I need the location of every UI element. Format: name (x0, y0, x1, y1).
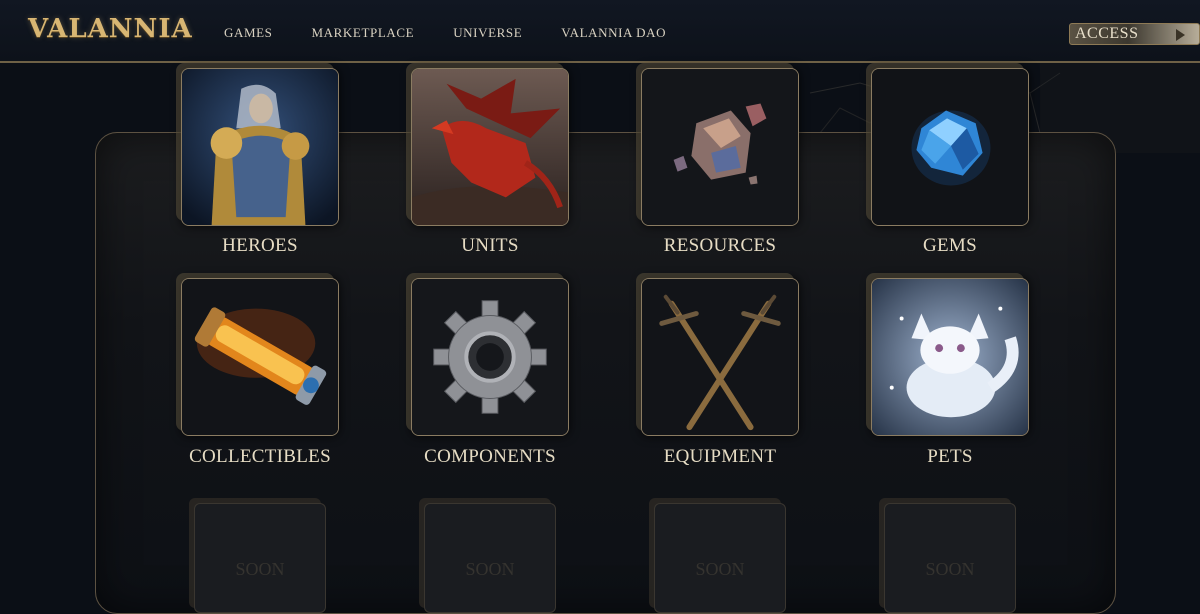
ore-rocks-icon (642, 69, 798, 225)
blue-gem-icon (872, 69, 1028, 225)
glowing-vial-icon (182, 279, 338, 435)
nav-universe[interactable]: UNIVERSE (453, 25, 522, 41)
resources-tile[interactable] (641, 68, 799, 226)
soon-label: SOON (695, 559, 745, 579)
units-label[interactable]: UNITS (390, 235, 590, 257)
coming-soon-tile: SOON (654, 503, 786, 613)
crossed-swords-icon (642, 279, 798, 435)
coming-soon-tile: SOON (194, 503, 326, 613)
soon-label: SOON (235, 559, 285, 579)
units-tile[interactable] (411, 68, 569, 226)
pets-tile[interactable] (871, 278, 1029, 436)
coming-soon-tile: SOON (884, 503, 1016, 613)
collectibles-label[interactable]: COLLECTIBLES (160, 446, 360, 468)
nav-games[interactable]: GAMES (224, 25, 273, 41)
soon-label: SOON (465, 559, 515, 579)
heroes-tile[interactable] (181, 68, 339, 226)
nav-marketplace[interactable]: MARKETPLACE (312, 25, 415, 41)
equipment-tile[interactable] (641, 278, 799, 436)
frost-fox-icon (872, 279, 1028, 435)
soon-label: SOON (925, 559, 975, 579)
gems-tile[interactable] (871, 68, 1029, 226)
hero-knight-icon (182, 69, 338, 225)
components-label[interactable]: COMPONENTS (390, 446, 590, 468)
components-tile[interactable] (411, 278, 569, 436)
gear-icon (412, 279, 568, 435)
pets-label[interactable]: PETS (850, 446, 1050, 468)
access-button-label: ACCESS (1075, 25, 1139, 42)
top-navigation-bar: VALANNIA GAMES MARKETPLACE UNIVERSE VALA… (0, 0, 1200, 63)
main-nav: GAMES MARKETPLACE UNIVERSE VALANNIA DAO (224, 25, 705, 41)
coming-soon-tile: SOON (424, 503, 556, 613)
nav-valannia-dao[interactable]: VALANNIA DAO (561, 25, 666, 41)
access-button[interactable]: ACCESS (1069, 23, 1200, 45)
equipment-label[interactable]: EQUIPMENT (620, 446, 820, 468)
valannia-logo[interactable]: VALANNIA (28, 14, 193, 44)
resources-label[interactable]: RESOURCES (620, 235, 820, 257)
heroes-label[interactable]: HEROES (160, 235, 360, 257)
dragon-icon (412, 69, 568, 225)
arrow-right-icon (1176, 29, 1185, 41)
gems-label[interactable]: GEMS (850, 235, 1050, 257)
collectibles-tile[interactable] (181, 278, 339, 436)
